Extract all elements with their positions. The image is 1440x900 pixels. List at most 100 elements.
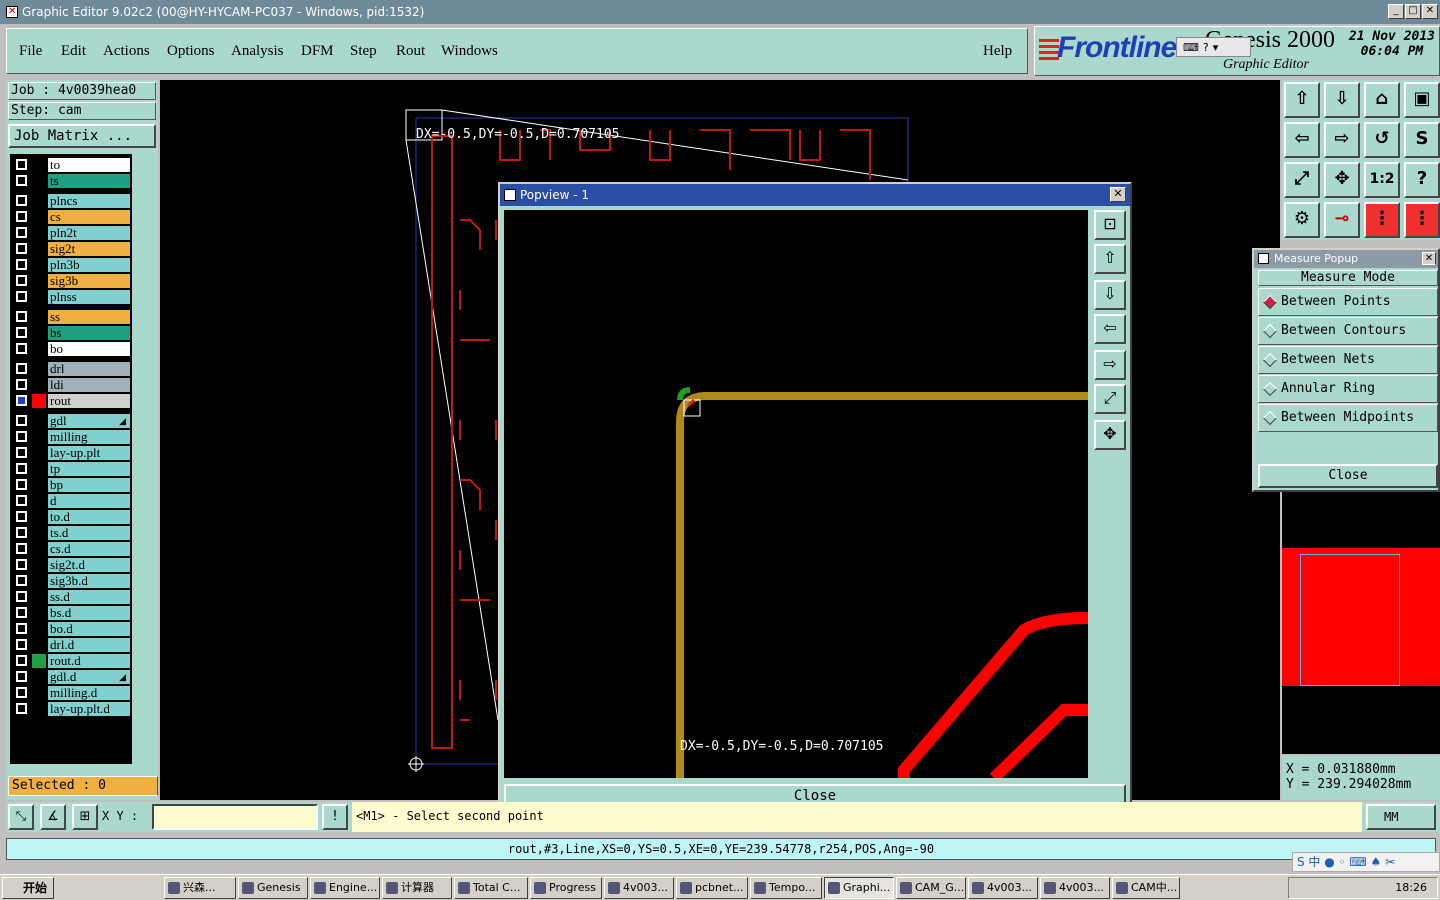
layer-name[interactable]: bs — [48, 326, 130, 340]
layer-color-swatch[interactable] — [32, 574, 46, 588]
grid-icon[interactable]: ⊞ — [72, 804, 98, 830]
layer-checkbox[interactable] — [16, 639, 27, 650]
layer-checkbox[interactable] — [16, 211, 27, 222]
layer-row-plncs[interactable]: plncs — [12, 194, 132, 208]
layer-name[interactable]: ts.d — [48, 526, 130, 540]
layer-row-bo[interactable]: bo — [12, 342, 132, 356]
layer-checkbox[interactable] — [16, 623, 27, 634]
pan-down-icon[interactable]: ⇩ — [1324, 82, 1360, 118]
layer-row-rout-d[interactable]: rout.d — [12, 654, 132, 668]
layer-checkbox[interactable] — [16, 395, 27, 406]
layer-color-swatch[interactable] — [32, 654, 46, 668]
layer-name[interactable]: bo — [48, 342, 130, 356]
layer-list-scrollbar[interactable] — [134, 154, 154, 764]
layer-row-lay-up-plt[interactable]: lay-up.plt — [12, 446, 132, 460]
layer-color-swatch[interactable] — [32, 394, 46, 408]
help-query-icon[interactable]: ? — [1404, 162, 1440, 198]
menu-rout[interactable]: Rout — [396, 43, 425, 60]
zoom-center-icon[interactable]: ✥ — [1324, 162, 1360, 198]
layer-checkbox[interactable] — [16, 479, 27, 490]
layer-color-swatch[interactable] — [32, 326, 46, 340]
layer-checkbox[interactable] — [16, 243, 27, 254]
measure-option-between-nets[interactable]: Between Nets — [1258, 346, 1438, 374]
layer-name[interactable]: bo.d — [48, 622, 130, 636]
layer-color-swatch[interactable] — [32, 606, 46, 620]
snap-grid-icon[interactable]: ⤡ — [8, 804, 34, 830]
layer-color-swatch[interactable] — [32, 342, 46, 356]
zoom-home-up-icon[interactable]: ⇧ — [1284, 82, 1320, 118]
layer-name[interactable]: rout.d — [48, 654, 130, 668]
layer-checkbox[interactable] — [16, 259, 27, 270]
close-button[interactable]: ✕ — [1422, 4, 1438, 19]
maximize-button[interactable]: □ — [1405, 4, 1421, 19]
layer-color-swatch[interactable] — [32, 274, 46, 288]
layer-name[interactable]: tp — [48, 462, 130, 476]
layer-row-tp[interactable]: tp — [12, 462, 132, 476]
layer-name[interactable]: drl — [48, 362, 130, 376]
layer-checkbox[interactable] — [16, 415, 27, 426]
layer-checkbox[interactable] — [16, 655, 27, 666]
menu-options[interactable]: Options — [167, 43, 215, 60]
popview-close-icon[interactable]: ✕ — [1110, 187, 1126, 202]
layer-name[interactable]: to — [48, 158, 130, 172]
taskbar-item[interactable]: Total C... — [454, 877, 528, 899]
taskbar-item[interactable]: 4v003... — [968, 877, 1038, 899]
layer-checkbox[interactable] — [16, 687, 27, 698]
layer-color-swatch[interactable] — [32, 702, 46, 716]
units-selector[interactable]: MM — [1366, 804, 1436, 830]
zoom-fit-icon[interactable]: ⤢ — [1284, 162, 1320, 198]
pan-right-icon[interactable]: ⇨ — [1324, 122, 1360, 158]
layer-name[interactable]: gdl.d ◢ — [48, 670, 130, 684]
popview-zoom-out-icon[interactable]: ✥ — [1094, 420, 1126, 450]
layer-row-bp[interactable]: bp — [12, 478, 132, 492]
angle-snap-icon[interactable]: ∡ — [40, 804, 66, 830]
layer-row-bo-d[interactable]: bo.d — [12, 622, 132, 636]
layer-name[interactable]: drl.d — [48, 638, 130, 652]
zoom-window-icon[interactable]: ▣ — [1404, 82, 1440, 118]
layer-color-swatch[interactable] — [32, 194, 46, 208]
layer-row-cs[interactable]: cs — [12, 210, 132, 224]
layer-name[interactable]: ss.d — [48, 590, 130, 604]
measure-close-icon[interactable]: ✕ — [1422, 252, 1436, 265]
ime-status-strip[interactable]: S 中 ● ◦ ⌨ ♠ ✂ — [1292, 852, 1440, 872]
layer-name[interactable]: bp — [48, 478, 130, 492]
tools-icon[interactable]: ⚙ — [1284, 202, 1320, 238]
zoom-1to2-icon[interactable]: 1:2 — [1364, 162, 1400, 198]
layer-name[interactable]: plncs — [48, 194, 130, 208]
layer-checkbox[interactable] — [16, 175, 27, 186]
layer-checkbox[interactable] — [16, 363, 27, 374]
layer-checkbox[interactable] — [16, 159, 27, 170]
layer-checkbox[interactable] — [16, 607, 27, 618]
layer-color-swatch[interactable] — [32, 638, 46, 652]
layer-checkbox[interactable] — [16, 591, 27, 602]
layer-row-ss[interactable]: ss — [12, 310, 132, 324]
layer-checkbox[interactable] — [16, 379, 27, 390]
layer-name[interactable]: cs.d — [48, 542, 130, 556]
taskbar-item[interactable]: Tempo... — [750, 877, 822, 899]
help-icon[interactable]: ? — [1203, 41, 1209, 54]
layer-name[interactable]: sig3b — [48, 274, 130, 288]
layer-color-swatch[interactable] — [32, 590, 46, 604]
ime-toolbar[interactable]: ⌨ ? ▾ — [1176, 37, 1251, 57]
layer-checkbox[interactable] — [16, 227, 27, 238]
layer-color-swatch[interactable] — [32, 158, 46, 172]
menu-help[interactable]: Help — [983, 43, 1012, 60]
layer-color-swatch[interactable] — [32, 290, 46, 304]
taskbar-item[interactable]: CAM中... — [1112, 877, 1180, 899]
layer-name[interactable]: plnss — [48, 290, 130, 304]
layer-row-plnss[interactable]: plnss — [12, 290, 132, 304]
layer-row-lay-up-plt-d[interactable]: lay-up.plt.d — [12, 702, 132, 716]
layer-color-swatch[interactable] — [32, 310, 46, 324]
layer-row-sig2t-d[interactable]: sig2t.d — [12, 558, 132, 572]
measure-option-between-midpoints[interactable]: Between Midpoints — [1258, 404, 1438, 432]
layer-row-milling[interactable]: milling — [12, 430, 132, 444]
layer-color-swatch[interactable] — [32, 478, 46, 492]
layer-checkbox[interactable] — [16, 195, 27, 206]
layer-name[interactable]: gdl ◢ — [48, 414, 130, 428]
taskbar-item[interactable]: Engine... — [310, 877, 380, 899]
chevron-down-icon[interactable]: ▾ — [1213, 41, 1219, 54]
menu-windows[interactable]: Windows — [441, 43, 498, 60]
net-highlight-icon[interactable]: ⋮ — [1364, 202, 1400, 238]
minimize-button[interactable]: _ — [1388, 4, 1404, 19]
layer-row-bs[interactable]: bs — [12, 326, 132, 340]
